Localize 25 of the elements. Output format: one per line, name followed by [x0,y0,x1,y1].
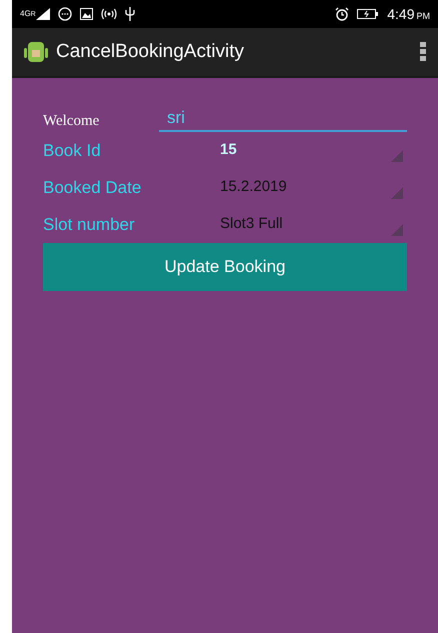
field-label: Slot number [43,214,136,236]
dropdown-triangle-icon[interactable] [391,224,403,236]
dropdown-triangle-icon[interactable] [391,150,403,162]
clock-suffix: PM [416,10,430,22]
value-dropdown[interactable]: 15.2.2019 [220,172,403,202]
battery-icon [357,8,380,20]
welcome-label: Welcome [43,112,100,130]
overflow-menu-icon[interactable] [420,42,426,62]
dropdown-triangle-icon[interactable] [391,186,403,198]
signal-icon [36,8,50,20]
update-booking-button[interactable]: Update Booking [43,243,407,291]
value-dropdown[interactable]: Slot3 Full [220,210,403,240]
value-dropdown[interactable]: 15 [220,136,403,166]
android-icon [24,39,48,65]
hotspot-icon [100,8,117,20]
field-label: Booked Date [43,176,142,199]
alarm-icon [335,7,350,21]
field-label: Book Id [43,140,102,162]
clock-time: 4:49 [387,4,414,24]
chat-icon [58,7,72,21]
network-label: 4G [20,10,31,18]
activity-title: CancelBookingActivity [56,40,245,64]
image-icon [80,8,93,20]
name-field[interactable]: sri [159,106,407,132]
usb-icon [124,7,135,21]
